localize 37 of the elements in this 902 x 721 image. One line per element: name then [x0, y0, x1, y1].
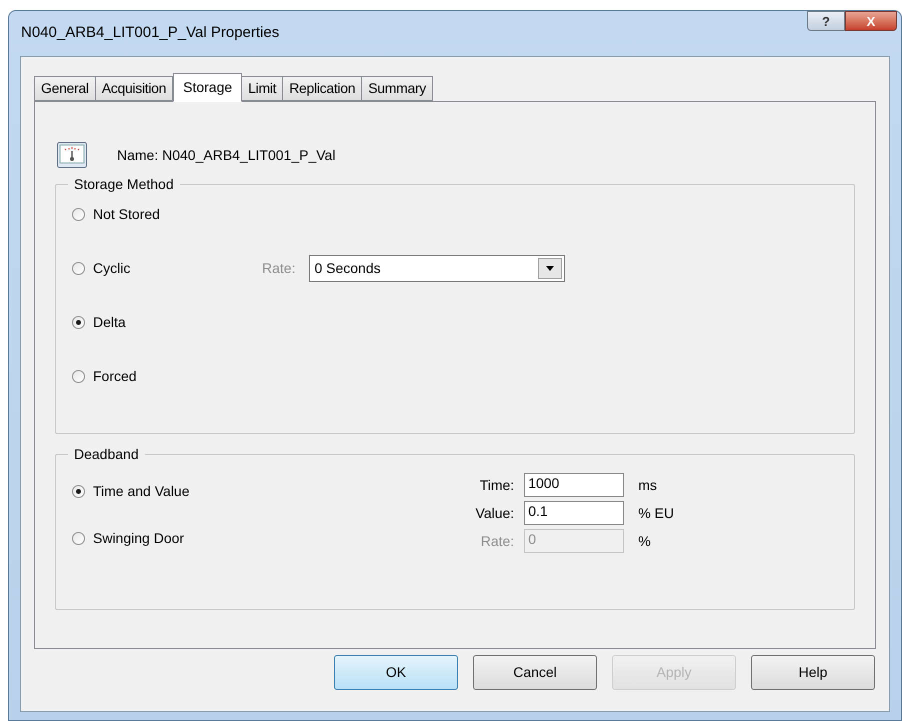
radio-button[interactable] [72, 208, 85, 220]
radio-label: Forced [93, 366, 137, 386]
radio-label: Cyclic [93, 258, 130, 278]
caret-icon [538, 258, 562, 278]
tab[interactable]: Limit [241, 76, 284, 101]
tab[interactable]: Replication [282, 76, 362, 101]
radio-button[interactable] [72, 532, 85, 545]
tab[interactable]: Acquisition [94, 76, 174, 101]
tab[interactable]: Storage [173, 73, 242, 102]
tab[interactable]: General [34, 76, 96, 101]
dialog-button[interactable]: Cancel [473, 655, 597, 690]
radio-button[interactable] [72, 262, 85, 274]
group-title: Storage Method [68, 176, 180, 192]
radio-label: Delta [93, 312, 126, 332]
field-label: Value: [474, 504, 514, 522]
radio-label: Time and Value [93, 482, 190, 501]
rate-label: Rate: [262, 258, 296, 278]
tab[interactable]: Summary [361, 76, 433, 101]
radio-button[interactable] [72, 485, 85, 498]
dialog-button[interactable]: OK [334, 655, 458, 690]
gauge-icon [57, 142, 87, 168]
dialog-button[interactable]: Help [751, 655, 875, 690]
field-label: Rate: [480, 532, 514, 550]
unit-label: % EU [638, 504, 674, 522]
radio-button[interactable] [72, 316, 85, 328]
name-label: Name: N040_ARB4_LIT001_P_Val [117, 146, 336, 165]
radio-label: Swinging Door [93, 529, 184, 548]
radio-button[interactable] [72, 370, 85, 382]
unit-label: ms [638, 476, 657, 494]
input-field[interactable]: 0.1 [524, 501, 624, 525]
input-field[interactable]: 1000 [524, 473, 624, 497]
group-title: Deadband [68, 446, 145, 462]
field-label: Time: [478, 476, 514, 494]
help-button[interactable]: ? [807, 11, 845, 31]
radio-label: Not Stored [93, 204, 160, 224]
window-title: N040_ARB4_LIT001_P_Val Properties [21, 23, 280, 44]
unit-label: % [638, 532, 651, 550]
